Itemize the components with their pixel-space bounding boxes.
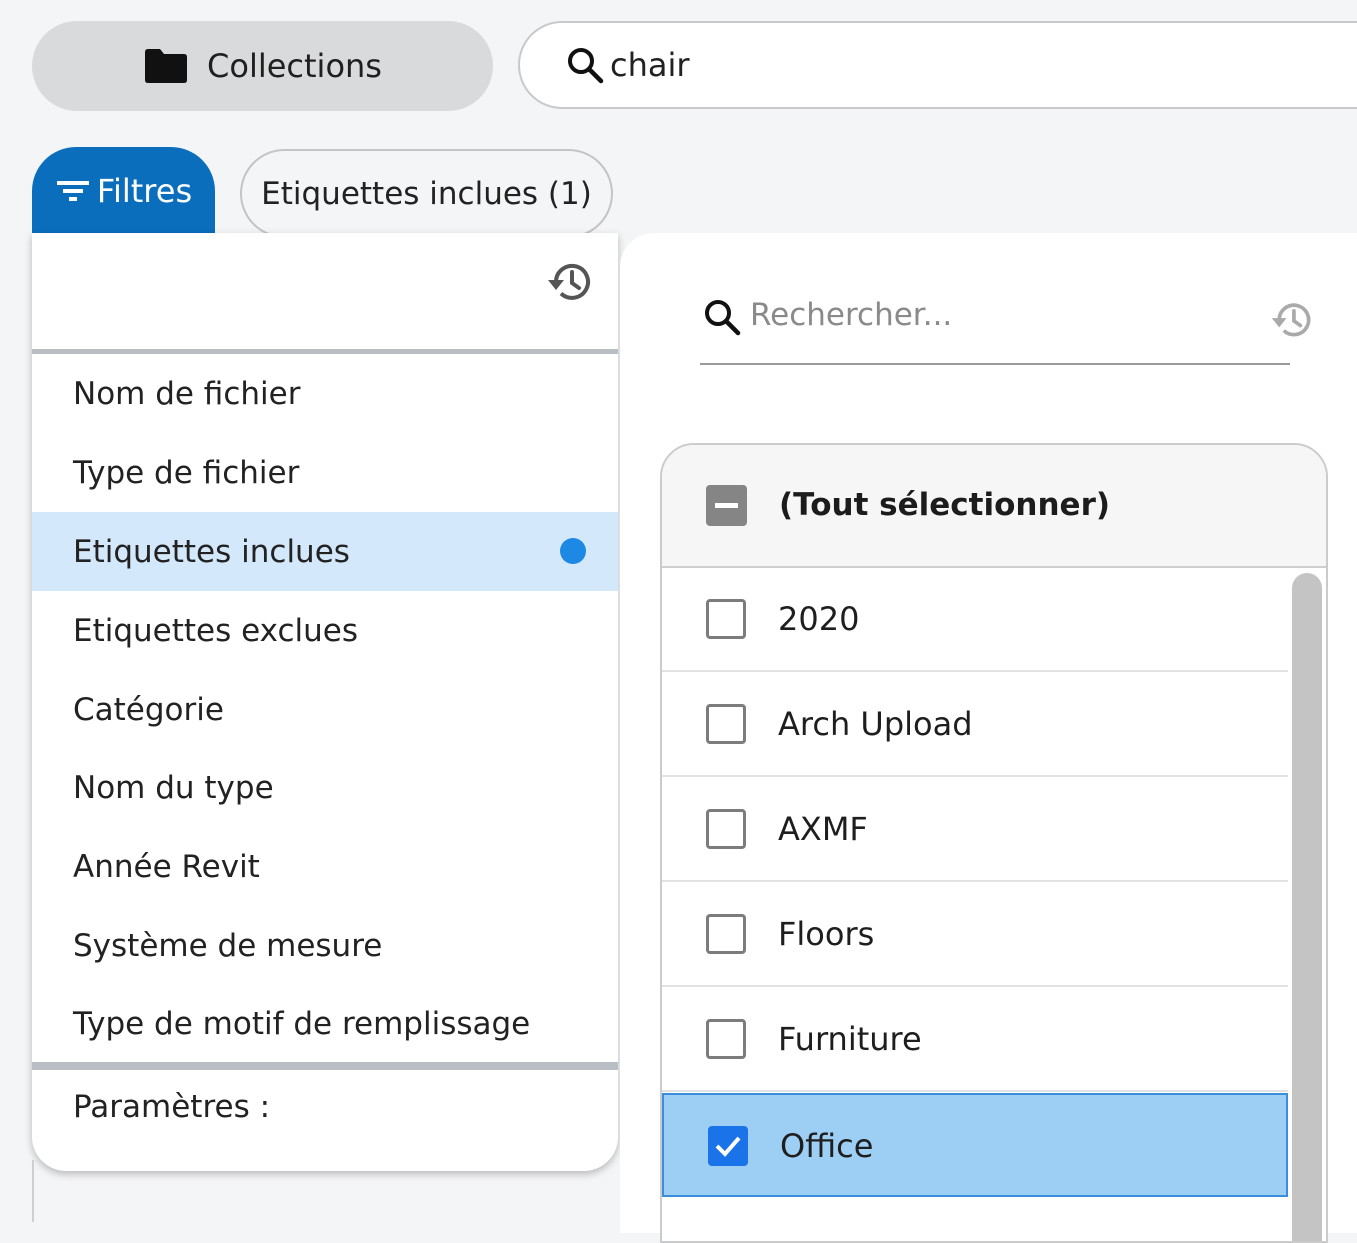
list-item[interactable]: Floors	[662, 883, 1288, 987]
indeterminate-checkbox[interactable]	[706, 485, 747, 526]
filters-button[interactable]: Filtres	[32, 147, 215, 235]
collections-button[interactable]: Collections	[32, 21, 493, 111]
select-all-label: (Tout sélectionner)	[779, 487, 1111, 523]
menu-item-label: Nom du type	[73, 769, 274, 806]
list-item-label: Office	[780, 1127, 874, 1165]
list-item-selected[interactable]: Office	[662, 1093, 1288, 1197]
menu-item-label: Système de mesure	[73, 927, 383, 964]
menu-item-annee-revit[interactable]: Année Revit	[32, 827, 618, 906]
menu-item-systeme-de-mesure[interactable]: Système de mesure	[32, 906, 618, 985]
chip-label: Etiquettes inclues (1)	[261, 175, 592, 212]
collections-label: Collections	[207, 47, 382, 85]
checkbox-checked[interactable]	[708, 1126, 748, 1166]
search-icon	[705, 300, 741, 336]
menu-item-label: Année Revit	[73, 848, 260, 885]
search-icon	[568, 48, 604, 84]
menu-item-type-de-fichier[interactable]: Type de fichier	[32, 433, 618, 512]
filters-label: Filtres	[96, 172, 193, 210]
list-item-label: Arch Upload	[778, 705, 973, 743]
list-item[interactable]: Arch Upload	[662, 673, 1288, 777]
menu-item-nom-du-type[interactable]: Nom du type	[32, 748, 618, 827]
filter-icon	[56, 181, 89, 201]
list-item[interactable]: Furniture	[662, 988, 1288, 1092]
list-item-label: AXMF	[778, 810, 868, 848]
search-input[interactable]: chair	[518, 21, 1357, 109]
check-icon	[715, 1136, 741, 1157]
list-item-label: Furniture	[778, 1020, 922, 1058]
values-search-input[interactable]: Rechercher...	[700, 281, 1290, 365]
divider	[32, 1062, 618, 1070]
list-item[interactable]: 2020	[662, 568, 1288, 672]
checkbox[interactable]	[706, 599, 746, 639]
menu-item-etiquettes-exclues[interactable]: Etiquettes exclues	[32, 591, 618, 670]
select-all-row[interactable]: (Tout sélectionner)	[662, 445, 1326, 568]
search-value: chair	[610, 46, 690, 84]
active-filter-chip[interactable]: Etiquettes inclues (1)	[240, 149, 613, 238]
active-indicator-dot	[560, 538, 586, 564]
list-item-label: Floors	[778, 915, 875, 953]
checkbox[interactable]	[706, 809, 746, 849]
scrollbar[interactable]	[1292, 573, 1322, 1241]
panel-edge	[32, 1160, 34, 1222]
menu-item-label: Nom de fichier	[73, 375, 301, 412]
menu-item-label: Type de fichier	[73, 454, 300, 491]
menu-item-label: Etiquettes exclues	[73, 612, 358, 649]
menu-item-type-de-motif[interactable]: Type de motif de remplissage	[32, 984, 618, 1063]
folder-icon	[145, 49, 188, 83]
checkbox[interactable]	[706, 1019, 746, 1059]
search-placeholder: Rechercher...	[750, 297, 953, 333]
parameters-label: Paramètres :	[73, 1089, 271, 1125]
menu-item-etiquettes-inclues[interactable]: Etiquettes inclues	[32, 512, 618, 591]
values-list: (Tout sélectionner) 2020 Arch Upload AXM…	[660, 443, 1328, 1243]
list-item-label: 2020	[778, 600, 860, 638]
menu-item-nom-de-fichier[interactable]: Nom de fichier	[32, 354, 618, 433]
menu-item-label: Etiquettes inclues	[73, 533, 350, 570]
checkbox[interactable]	[706, 914, 746, 954]
menu-item-label: Type de motif de remplissage	[73, 1005, 531, 1042]
history-icon[interactable]	[1270, 297, 1316, 343]
menu-item-categorie[interactable]: Catégorie	[32, 670, 618, 749]
menu-item-label: Catégorie	[73, 691, 224, 728]
filter-category-panel: Nom de fichier Type de fichier Etiquette…	[32, 233, 618, 1171]
filter-values-panel: Rechercher... (Tout sélectionner) 2020 A…	[620, 233, 1357, 1243]
checkbox[interactable]	[706, 704, 746, 744]
history-icon[interactable]	[546, 257, 596, 307]
list-item[interactable]: AXMF	[662, 778, 1288, 882]
